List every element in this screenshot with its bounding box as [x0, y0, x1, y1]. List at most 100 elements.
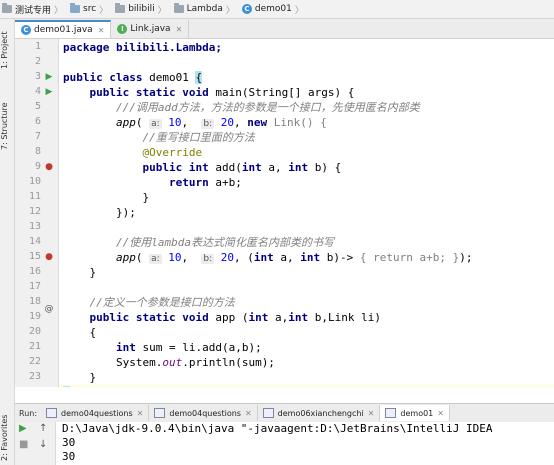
- line-number: 5: [34, 101, 41, 112]
- line-number: 1: [34, 41, 41, 52]
- breadcrumb-item-demo01[interactable]: Cdemo01 〉: [240, 3, 309, 16]
- line-number: 2: [34, 56, 41, 67]
- editor-gutter: ▶ ▶ ● ● @ 1 2 3 4 5 6 7 8 9 10 11 12 13 14 15 16 17 18 19 2…: [15, 39, 59, 397]
- close-icon[interactable]: ✕: [176, 25, 183, 34]
- chevron-right-icon: 〉: [157, 5, 167, 16]
- code-line: public int add(int a, int b) {: [142, 161, 342, 174]
- close-icon[interactable]: ✕: [437, 409, 444, 418]
- run-gutter-icon[interactable]: ▶: [43, 71, 55, 83]
- scroll-down-icon[interactable]: ↓: [39, 439, 47, 450]
- project-tool-tab[interactable]: 1: Project: [0, 23, 14, 77]
- code-line: public class demo01 {: [63, 71, 203, 84]
- close-icon[interactable]: ✕: [368, 409, 375, 418]
- tab-demo01-java[interactable]: Cdemo01.java ✕: [15, 20, 112, 38]
- console-line: 30: [62, 450, 76, 463]
- editor-bottom-space: [15, 387, 554, 403]
- code-line: }: [89, 266, 97, 279]
- code-line: app( a: 10, b: 20, new Link() {: [115, 116, 327, 129]
- folder-icon: [173, 3, 184, 13]
- breadcrumb-item-lambda[interactable]: Lambda 〉: [172, 3, 240, 16]
- line-number: 6: [34, 116, 41, 127]
- folder-icon: [70, 3, 81, 13]
- favorites-tool-tab[interactable]: 2: Favorites: [0, 411, 14, 465]
- folder-icon: [2, 3, 12, 13]
- line-number: 23: [28, 371, 41, 382]
- chevron-right-icon: 〉: [99, 5, 109, 16]
- breadcrumb-item-bilibili[interactable]: bilibili 〉: [113, 3, 171, 16]
- breadcrumb-item-src[interactable]: src 〉: [68, 3, 113, 16]
- line-number: 15: [28, 251, 41, 262]
- close-icon[interactable]: ✕: [98, 26, 105, 35]
- line-number: 13: [28, 221, 41, 232]
- scroll-up-icon[interactable]: ↑: [39, 423, 47, 434]
- editor-tab-bar: Cdemo01.java ✕ I Link.java ✕: [15, 19, 554, 39]
- code-line: }: [142, 191, 150, 204]
- chevron-right-icon: 〉: [294, 5, 304, 16]
- left-tool-strip: 1: Project 7: Structure 2: Favorites: [0, 19, 15, 465]
- code-line: @Override: [142, 146, 203, 159]
- code-editor[interactable]: package bilibili.Lambda; public class de…: [59, 39, 554, 387]
- line-number: 11: [28, 191, 41, 202]
- run-gutter-icon[interactable]: ▶: [43, 86, 55, 98]
- run-console[interactable]: D:\Java\jdk-9.0.4\bin\java "-javaagent:D…: [56, 422, 554, 465]
- run-tab-demo06xianchengchi[interactable]: demo06xianchengchi ✕: [258, 405, 381, 421]
- code-line: System.out.println(sum);: [115, 356, 275, 369]
- at-usage-icon[interactable]: @: [43, 303, 55, 315]
- code-line: //重写接口里面的方法: [142, 131, 255, 144]
- line-number: 19: [28, 311, 41, 322]
- line-number: 3: [34, 71, 41, 82]
- line-number: 12: [28, 206, 41, 217]
- console-line: 30: [62, 436, 76, 449]
- line-number: 18: [28, 296, 41, 307]
- line-number: 9: [34, 161, 41, 172]
- code-line: });: [115, 206, 136, 219]
- override-marker-icon[interactable]: ●: [43, 161, 55, 173]
- run-config-icon: [154, 408, 166, 418]
- line-number: 4: [34, 86, 41, 97]
- tab-link-java[interactable]: I Link.java ✕: [111, 20, 190, 38]
- run-label: Run:: [19, 408, 38, 418]
- class-icon: C: [241, 4, 252, 14]
- code-line: return a+b;: [168, 176, 242, 189]
- breadcrumb-item-project[interactable]: 测试专用〉: [0, 3, 68, 16]
- line-number: 17: [28, 281, 41, 292]
- breadcrumb: 测试专用〉 src 〉 bilibili 〉 Lambda 〉 Cdemo01 〉: [0, 0, 554, 19]
- run-panel-header: Run: demo04questions ✕ demo04questions ✕ d…: [15, 403, 554, 423]
- rerun-icon[interactable]: ▶: [19, 423, 27, 434]
- code-line: public static void main(String[] args) {: [89, 86, 355, 99]
- console-line: D:\Java\jdk-9.0.4\bin\java "-javaagent:D…: [62, 422, 493, 435]
- run-config-icon: [262, 408, 274, 418]
- run-tab-demo04questions-2[interactable]: demo04questions ✕: [149, 405, 258, 421]
- line-number: 10: [28, 176, 41, 187]
- run-tab-demo04questions[interactable]: demo04questions ✕: [41, 405, 150, 421]
- run-tab-demo01[interactable]: demo01 ✕: [380, 405, 450, 421]
- line-number: 22: [28, 356, 41, 367]
- code-line: int sum = li.add(a,b);: [115, 341, 262, 354]
- close-icon[interactable]: ✕: [245, 409, 252, 418]
- lambda-marker-icon[interactable]: ●: [43, 251, 55, 263]
- class-icon: C: [21, 25, 31, 35]
- run-config-icon: [385, 408, 397, 418]
- stop-icon[interactable]: ■: [19, 439, 28, 450]
- chevron-right-icon: 〉: [54, 5, 64, 16]
- line-number: 16: [28, 266, 41, 277]
- line-number: 21: [28, 341, 41, 352]
- line-number: 8: [34, 146, 41, 157]
- code-line: public static void app (int a,int b,Link…: [89, 311, 381, 324]
- interface-icon: I: [117, 24, 128, 34]
- code-line: //定义一个参数是接口的方法: [89, 296, 235, 309]
- code-line: ///调用add方法，方法的参数是一个接口，先使用匿名内部类: [115, 101, 420, 114]
- structure-tool-tab[interactable]: 7: Structure: [0, 93, 14, 159]
- code-line: app( a: 10, b: 20, (int a, int b)-> { re…: [115, 251, 473, 264]
- folder-icon: [115, 3, 126, 13]
- code-line: {: [89, 326, 97, 339]
- code-line: }: [89, 371, 97, 384]
- run-toolbar: ▶ ↑ ■ ↓: [15, 422, 56, 465]
- run-config-icon: [46, 408, 58, 418]
- close-icon[interactable]: ✕: [137, 409, 144, 418]
- line-number: 7: [34, 131, 41, 142]
- code-line: package bilibili.Lambda;: [63, 41, 222, 54]
- line-number: 14: [28, 236, 41, 247]
- line-number: 20: [28, 326, 41, 337]
- code-line: //使用lambda表达式简化匿名内部类的书写: [115, 236, 334, 249]
